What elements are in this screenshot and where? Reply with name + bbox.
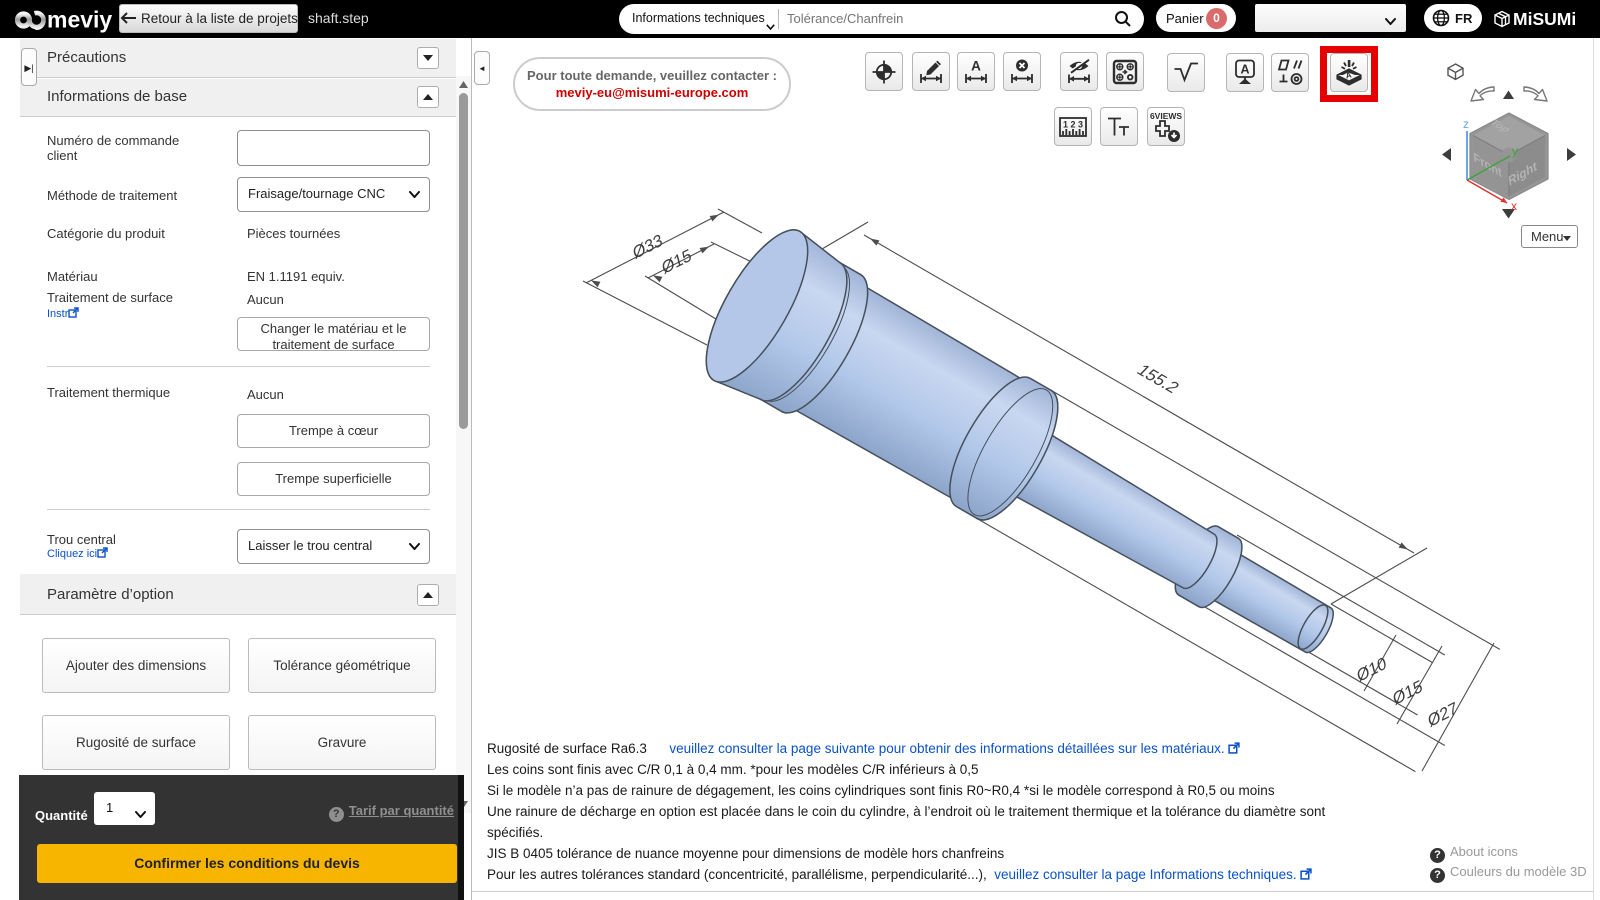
svg-text:Ø10: Ø10 — [1355, 653, 1388, 686]
svg-text:y: y — [1512, 144, 1518, 158]
svg-text:meviy: meviy — [47, 7, 112, 33]
svg-text:Ø15: Ø15 — [1391, 676, 1424, 709]
svg-text:1 2 3: 1 2 3 — [1063, 119, 1083, 129]
svg-text:Ø27: Ø27 — [1426, 698, 1459, 731]
svg-text:Ø33: Ø33 — [631, 230, 664, 263]
svg-text:Ø15: Ø15 — [660, 245, 693, 278]
svg-text:155.2: 155.2 — [1133, 361, 1184, 397]
svg-text:A: A — [1240, 63, 1249, 77]
svg-text:6VIEWS: 6VIEWS — [1150, 111, 1182, 121]
svg-text:A: A — [971, 59, 981, 74]
svg-text:x: x — [1511, 199, 1517, 213]
svg-text:MiSUMi: MiSUMi — [1513, 9, 1576, 29]
svg-text:z: z — [1463, 117, 1469, 131]
